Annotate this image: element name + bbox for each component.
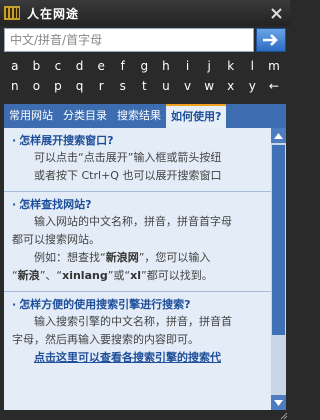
help-text: 字母，然后再输入要搜索的内容即可。	[12, 333, 199, 346]
help-highlight: 新浪	[17, 269, 40, 282]
help-highlight: 新浪网	[105, 251, 139, 264]
app-logo-icon	[4, 6, 20, 20]
scroll-down-button[interactable]	[271, 395, 286, 410]
tab-bar: 常用网站 分类目录 搜索结果 如何使用?	[4, 104, 286, 128]
help-example: 例如：想查找“新浪网”，您可以输入	[12, 249, 266, 267]
help-highlight: xl	[130, 269, 141, 282]
help-panel: · 怎样展开搜索窗口? 可以点击“点击展开”输入框或箭头按纽 或者按下 Ctrl+…	[4, 128, 286, 410]
help-text: 或者按下 Ctrl+Q 也可以展开搜索窗口	[34, 169, 222, 182]
window-title: 人在网途	[27, 6, 80, 21]
letter-row-2: n o p q r s t u v w x y ←	[4, 76, 286, 96]
letter-key[interactable]: o	[26, 79, 48, 93]
help-text: 输入网站的中文名称，拼音，拼音首字母	[34, 215, 232, 228]
scroll-thumb[interactable]	[272, 145, 285, 335]
letter-key[interactable]: l	[242, 59, 264, 73]
help-question: · 怎样方便的使用搜索引擎进行搜索?	[12, 296, 266, 313]
letter-key[interactable]: b	[26, 59, 48, 73]
letter-key[interactable]: w	[198, 79, 220, 93]
bullet-icon: ·	[12, 134, 17, 147]
help-text: ”或“	[107, 269, 131, 282]
tab-how-to-use[interactable]: 如何使用?	[166, 104, 227, 128]
letter-row-1: a b c d e f g h i j k l m	[4, 56, 286, 76]
scroll-up-button[interactable]	[271, 128, 286, 143]
help-content: · 怎样展开搜索窗口? 可以点击“点击展开”输入框或箭头按纽 或者按下 Ctrl+…	[4, 128, 271, 373]
help-question: · 怎样查找网站?	[12, 196, 266, 213]
help-text: 例如：想查找“	[34, 251, 106, 264]
arrow-right-icon	[263, 34, 278, 46]
search-go-button[interactable]	[256, 28, 286, 52]
help-highlight: xinlang	[62, 269, 108, 282]
help-section-find-site: · 怎样查找网站? 输入网站的中文名称，拼音，拼音首字母 都可以搜索网站。 例如：…	[4, 192, 271, 292]
help-example: “新浪”、“xinlang”或“xl”都可以找到。	[12, 267, 266, 285]
tab-common-sites[interactable]: 常用网站	[4, 104, 58, 128]
letter-key[interactable]: x	[220, 79, 242, 93]
letter-key[interactable]: h	[155, 59, 177, 73]
close-icon	[270, 7, 282, 19]
tab-search-results[interactable]: 搜索结果	[112, 104, 166, 128]
engine-codes-link[interactable]: 点击这里可以查看各搜索引擎的搜索代	[12, 349, 266, 367]
search-bar	[4, 28, 286, 52]
letter-key[interactable]: t	[134, 79, 156, 93]
letter-key[interactable]: j	[198, 59, 220, 73]
bullet-icon: ·	[12, 298, 17, 311]
letter-key[interactable]: r	[90, 79, 112, 93]
close-button[interactable]	[268, 5, 284, 21]
help-section-search-engine: · 怎样方便的使用搜索引擎进行搜索? 输入搜索引擎的中文名称，拼音，拼音首 字母，…	[4, 292, 271, 373]
scrollbar[interactable]	[271, 128, 286, 410]
letter-key[interactable]: k	[220, 59, 242, 73]
letter-key[interactable]: e	[90, 59, 112, 73]
letter-key[interactable]: u	[155, 79, 177, 93]
help-text: ”、“	[39, 269, 63, 282]
bullet-icon: ·	[12, 198, 17, 211]
help-text: ”，您可以输入	[138, 251, 211, 264]
help-section-expand: · 怎样展开搜索窗口? 可以点击“点击展开”输入框或箭头按纽 或者按下 Ctrl+…	[4, 128, 271, 192]
help-text: 都可以搜索网站。	[12, 233, 100, 246]
letter-key[interactable]: q	[69, 79, 91, 93]
window-bottom-border	[0, 410, 290, 420]
letter-key[interactable]: c	[47, 59, 69, 73]
letter-key[interactable]: f	[112, 59, 134, 73]
title-bar: 人在网途	[0, 0, 290, 26]
letter-key[interactable]: n	[4, 79, 26, 93]
backspace-key[interactable]: ←	[263, 79, 285, 93]
help-question-text: 怎样查找网站?	[19, 198, 92, 211]
help-text: 可以点击“点击展开”输入框或箭头按纽	[34, 151, 222, 164]
search-input[interactable]	[4, 28, 254, 52]
help-question: · 怎样展开搜索窗口?	[12, 132, 266, 149]
letter-key[interactable]: a	[4, 59, 26, 73]
letter-index: a b c d e f g h i j k l m n o p q r s t …	[4, 56, 286, 96]
help-question-text: 怎样展开搜索窗口?	[19, 134, 114, 147]
help-text: 输入搜索引擎的中文名称，拼音，拼音首	[34, 315, 232, 328]
letter-key[interactable]: d	[69, 59, 91, 73]
letter-key[interactable]: i	[177, 59, 199, 73]
tab-categories[interactable]: 分类目录	[58, 104, 112, 128]
letter-key[interactable]: y	[242, 79, 264, 93]
letter-key[interactable]: v	[177, 79, 199, 93]
letter-key[interactable]: g	[134, 59, 156, 73]
letter-key[interactable]: m	[263, 59, 285, 73]
letter-key[interactable]: p	[47, 79, 69, 93]
scroll-up-icon	[274, 132, 283, 139]
resize-grip-icon[interactable]	[278, 410, 288, 420]
help-text: ”都可以找到。	[141, 269, 213, 282]
help-question-text: 怎样方便的使用搜索引擎进行搜索?	[19, 298, 191, 311]
scroll-down-icon	[274, 399, 283, 406]
letter-key[interactable]: s	[112, 79, 134, 93]
